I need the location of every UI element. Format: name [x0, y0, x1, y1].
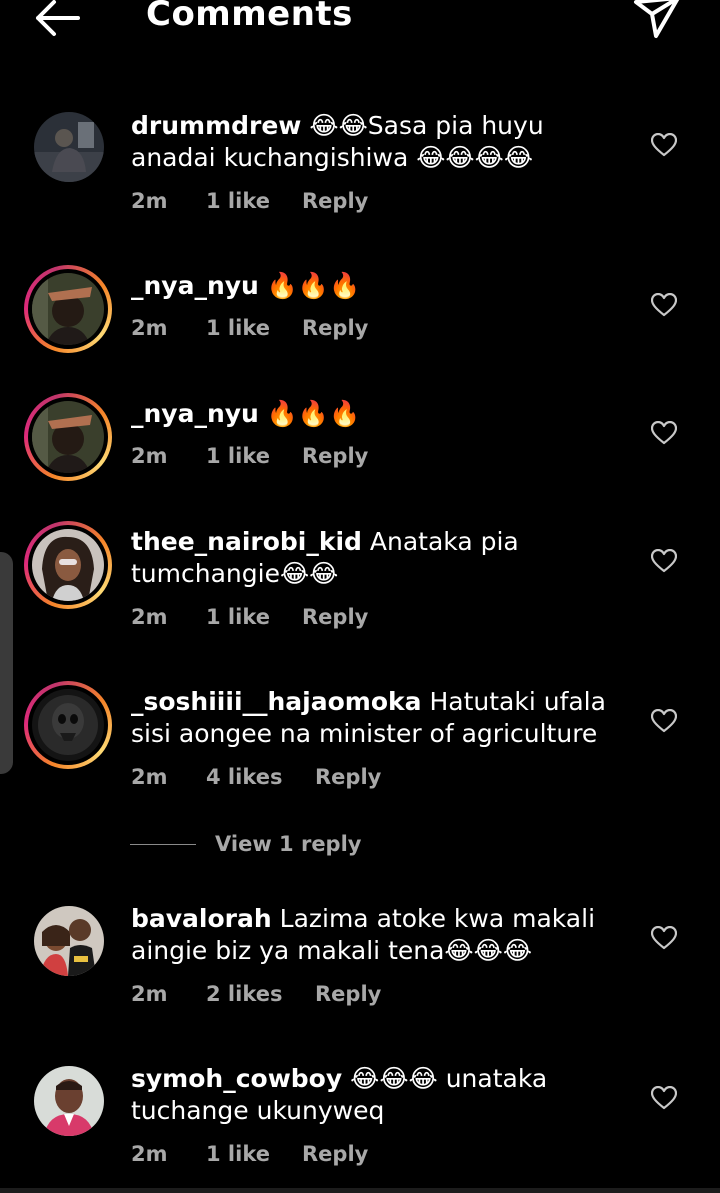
- reply-button[interactable]: Reply: [315, 765, 381, 789]
- comment-username[interactable]: drummdrew: [131, 111, 301, 140]
- comment-body-line1: Hatutaki ufala: [421, 687, 606, 716]
- comment-body-line1: Anataka pia: [361, 527, 519, 556]
- comment-likes[interactable]: 1 like: [206, 1142, 270, 1166]
- avatar-image: [32, 401, 104, 473]
- comment-likes[interactable]: 1 like: [206, 444, 270, 468]
- comment-text: bavalorah Lazima atoke kwa makali aingie…: [131, 903, 631, 967]
- paper-plane-icon: [634, 0, 680, 38]
- comment-body-line1: Lazima atoke kwa makali: [271, 904, 596, 933]
- comment-body-line1: 😂😂😂 unataka: [342, 1064, 548, 1093]
- comment-time: 2m: [131, 189, 168, 213]
- arrow-left-icon: [36, 0, 80, 36]
- comment-body-line2: aingie biz ya makali tena😂😂😂: [131, 936, 533, 965]
- heart-icon: [650, 925, 678, 950]
- view-replies-label: View 1 reply: [215, 832, 362, 856]
- back-button[interactable]: [30, 0, 84, 40]
- like-button[interactable]: [650, 420, 678, 445]
- comment-text: _nya_nyu 🔥🔥🔥: [131, 398, 631, 430]
- reply-button[interactable]: Reply: [302, 444, 368, 468]
- comment-time: 2m: [131, 444, 168, 468]
- page-title: Comments: [146, 0, 353, 34]
- comment-time: 2m: [131, 605, 168, 629]
- like-button[interactable]: [650, 1085, 678, 1110]
- reply-button[interactable]: Reply: [302, 316, 368, 340]
- avatar[interactable]: [24, 104, 112, 192]
- avatar[interactable]: [24, 681, 112, 769]
- comment-body-line2: sisi aongee na minister of agriculture: [131, 719, 598, 748]
- comment-likes[interactable]: 1 like: [206, 316, 270, 340]
- heart-icon: [650, 420, 678, 445]
- comment-body-line2: tuchange ukunyweq: [131, 1096, 385, 1125]
- reply-button[interactable]: Reply: [315, 982, 381, 1006]
- bottom-edge: [0, 1188, 720, 1193]
- comment-body-line2: anadai kuchangishiwa 😂😂😂😂: [131, 143, 534, 172]
- comment-body-line1: 🔥🔥🔥: [258, 399, 361, 428]
- avatar-image: [34, 112, 104, 182]
- comment-username[interactable]: symoh_cowboy: [131, 1064, 342, 1093]
- comment-username[interactable]: _nya_nyu: [131, 271, 259, 300]
- comment-body-line2: tumchangie😂😂: [131, 559, 339, 588]
- comment-text: _nya_nyu 🔥🔥🔥: [131, 270, 631, 302]
- avatar-image: [32, 689, 104, 761]
- comment-username[interactable]: bavalorah: [131, 904, 272, 933]
- reply-button[interactable]: Reply: [302, 189, 368, 213]
- avatar[interactable]: [24, 898, 112, 986]
- comment-time: 2m: [131, 316, 168, 340]
- comment-time: 2m: [131, 1142, 168, 1166]
- reply-button[interactable]: Reply: [302, 605, 368, 629]
- comment-likes[interactable]: 2 likes: [206, 982, 282, 1006]
- avatar-image: [32, 273, 104, 345]
- view-replies-button[interactable]: View 1 reply: [130, 832, 430, 862]
- comment-time: 2m: [131, 982, 168, 1006]
- heart-icon: [650, 548, 678, 573]
- like-button[interactable]: [650, 708, 678, 733]
- edge-panel-handle[interactable]: [0, 552, 13, 774]
- avatar[interactable]: [24, 521, 112, 609]
- heart-icon: [650, 708, 678, 733]
- comment-body-line1: 🔥🔥🔥: [258, 271, 361, 300]
- heart-icon: [650, 1085, 678, 1110]
- avatar-image: [32, 529, 104, 601]
- avatar[interactable]: [24, 265, 112, 353]
- comment-text: drummdrew 😂😂Sasa pia huyu anadai kuchang…: [131, 110, 631, 174]
- comment-body-line1: 😂😂Sasa pia huyu: [301, 111, 544, 140]
- like-button[interactable]: [650, 292, 678, 317]
- comment-text: _soshiiii__hajaomoka Hatutaki ufala sisi…: [131, 686, 631, 750]
- like-button[interactable]: [650, 925, 678, 950]
- avatar[interactable]: [24, 393, 112, 481]
- comment-username[interactable]: _soshiiii__hajaomoka: [131, 687, 422, 716]
- like-button[interactable]: [650, 132, 678, 157]
- reply-button[interactable]: Reply: [302, 1142, 368, 1166]
- comment-text: thee_nairobi_kid Anataka pia tumchangie😂…: [131, 526, 631, 590]
- comment-text: symoh_cowboy 😂😂😂 unataka tuchange ukunyw…: [131, 1063, 631, 1127]
- heart-icon: [650, 132, 678, 157]
- comment-time: 2m: [131, 765, 168, 789]
- send-button[interactable]: [630, 0, 686, 42]
- replies-divider: [130, 844, 196, 845]
- heart-icon: [650, 292, 678, 317]
- avatar-image: [34, 1066, 104, 1136]
- like-button[interactable]: [650, 548, 678, 573]
- header-bar: Comments: [0, 0, 720, 44]
- avatar[interactable]: [24, 1058, 112, 1146]
- comment-likes[interactable]: 1 like: [206, 605, 270, 629]
- avatar-image: [34, 906, 104, 976]
- comment-likes[interactable]: 1 like: [206, 189, 270, 213]
- comment-username[interactable]: thee_nairobi_kid: [131, 527, 362, 556]
- comment-likes[interactable]: 4 likes: [206, 765, 282, 789]
- comment-username[interactable]: _nya_nyu: [131, 399, 259, 428]
